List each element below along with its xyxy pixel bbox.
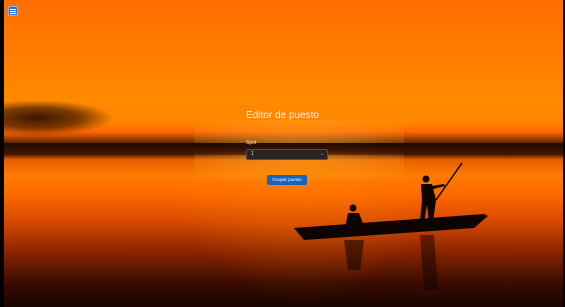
spot-select[interactable]: 1 ⌄ (246, 149, 328, 160)
spot-selected-value: 1 (251, 151, 254, 157)
occupy-spot-button[interactable]: Ocupar puesto (267, 175, 307, 185)
hamburger-menu-icon-line (10, 12, 16, 14)
spot-label: Spot (246, 140, 257, 146)
chevron-down-icon: ⌄ (319, 151, 324, 157)
menu-toggle-button[interactable] (8, 6, 18, 16)
hamburger-menu-icon-line (10, 10, 16, 12)
page-title: Editor de puesto (246, 110, 319, 121)
hamburger-menu-icon (10, 8, 16, 10)
